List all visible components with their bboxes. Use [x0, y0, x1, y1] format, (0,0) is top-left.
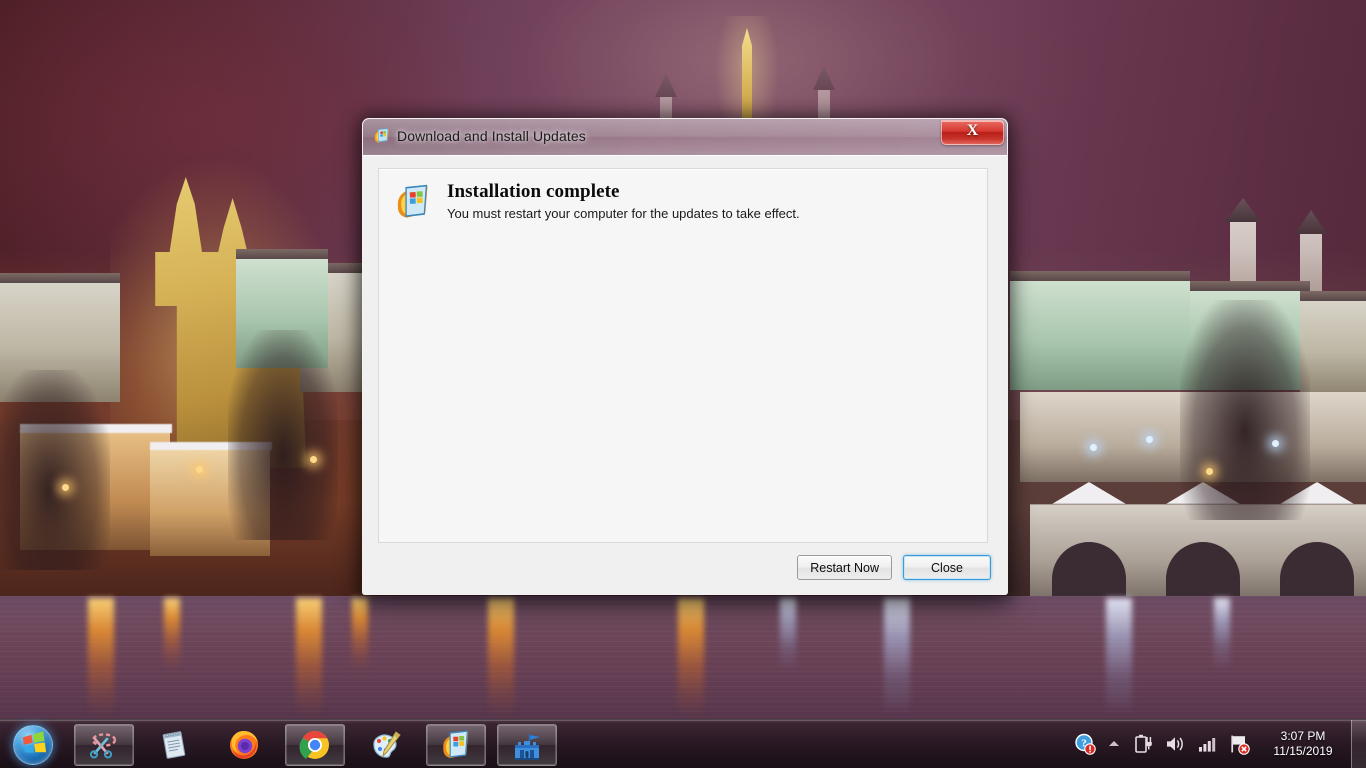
- taskbar: ? 3:07 PM 11/15/2019: [0, 719, 1366, 768]
- wallpaper-lamp-7: [1206, 468, 1213, 475]
- wallpaper-building-right-1: [1010, 271, 1190, 390]
- taskbar-clock[interactable]: 3:07 PM 11/15/2019: [1255, 729, 1351, 759]
- wallpaper-tree-left-2: [0, 370, 110, 570]
- restart-now-button[interactable]: Restart Now: [797, 555, 892, 580]
- close-x-glyph: X: [966, 122, 979, 139]
- taskbar-item-paint[interactable]: [356, 724, 416, 766]
- windows-update-icon: [373, 127, 391, 145]
- action-center-icon[interactable]: [1228, 733, 1250, 755]
- network-icon[interactable]: [1196, 733, 1218, 755]
- dialog-button-row: Restart Now Close: [797, 555, 991, 580]
- wallpaper-bridge-arch-3: [1280, 542, 1354, 598]
- wallpaper-lamp-2: [196, 466, 203, 473]
- desktop-screen: Download and Install Updates X Installat…: [0, 0, 1366, 768]
- start-button[interactable]: [5, 723, 57, 765]
- dialog-close-icon[interactable]: X: [941, 120, 1004, 145]
- windows-update-icon: [440, 729, 472, 761]
- wallpaper-lamp-6: [1272, 440, 1279, 447]
- dialog-title: Download and Install Updates: [397, 128, 586, 144]
- wallpaper-reflection-10: [1214, 598, 1230, 672]
- windows-logo-orb-icon: [13, 725, 53, 765]
- dialog-content-panel: Installation complete You must restart y…: [378, 168, 988, 543]
- wallpaper-reflection-8: [884, 598, 910, 718]
- volume-icon[interactable]: [1164, 733, 1186, 755]
- show-hidden-icons-button[interactable]: [1105, 734, 1123, 754]
- wallpaper-reflection-9: [1106, 598, 1132, 718]
- notepad-icon: [158, 729, 190, 761]
- installation-status-block: Installation complete You must restart y…: [395, 181, 800, 221]
- close-button[interactable]: Close: [903, 555, 991, 580]
- castle-icon: [511, 729, 543, 761]
- wallpaper-reflection-5: [488, 598, 514, 718]
- taskbar-item-castle-app[interactable]: [497, 724, 557, 766]
- wallpaper-tree-left-1: [228, 330, 338, 540]
- wallpaper-lamp-4: [1090, 444, 1097, 451]
- taskbar-item-notepad[interactable]: [144, 724, 204, 766]
- page-title: Installation complete: [447, 181, 620, 202]
- dialog-titlebar[interactable]: Download and Install Updates X: [363, 119, 1007, 156]
- help-action-icon[interactable]: ?: [1074, 733, 1096, 755]
- show-desktop-button[interactable]: [1351, 720, 1366, 768]
- taskbar-item-snipping-tool[interactable]: [74, 724, 134, 766]
- power-icon[interactable]: [1132, 733, 1154, 755]
- wallpaper-lamp-1: [62, 484, 69, 491]
- wallpaper-lamp-3: [310, 456, 317, 463]
- wallpaper-reflection-4: [352, 598, 368, 672]
- system-tray: ? 3:07 PM 11/15/2019: [1069, 720, 1366, 768]
- taskbar-item-chrome[interactable]: [285, 724, 345, 766]
- clock-date: 11/15/2019: [1273, 744, 1333, 758]
- wallpaper-reflection-7: [780, 598, 796, 672]
- wallpaper-reflection-2: [164, 598, 180, 672]
- wallpaper-bridge-arch-2: [1166, 542, 1240, 598]
- installation-status-text: Installation complete You must restart y…: [447, 181, 800, 221]
- windows-update-icon: [395, 183, 431, 221]
- dialog-body: Installation complete You must restart y…: [363, 155, 1007, 594]
- download-install-updates-dialog: Download and Install Updates X Installat…: [362, 118, 1008, 595]
- taskbar-item-windows-update[interactable]: [426, 724, 486, 766]
- wallpaper-tree-right-1: [1180, 300, 1310, 520]
- taskbar-item-firefox[interactable]: [214, 724, 274, 766]
- snipping-tool-icon: [88, 729, 120, 761]
- wallpaper-lamp-5: [1146, 436, 1153, 443]
- paint-icon: [370, 729, 402, 761]
- firefox-icon: [228, 729, 260, 761]
- wallpaper-bridge-arch-1: [1052, 542, 1126, 598]
- clock-time: 3:07 PM: [1280, 729, 1326, 743]
- wallpaper-reflection-6: [678, 598, 704, 718]
- wallpaper-reflection-1: [88, 598, 114, 718]
- wallpaper-reflection-3: [296, 598, 322, 718]
- chrome-icon: [299, 729, 331, 761]
- status-description: You must restart your computer for the u…: [447, 206, 800, 221]
